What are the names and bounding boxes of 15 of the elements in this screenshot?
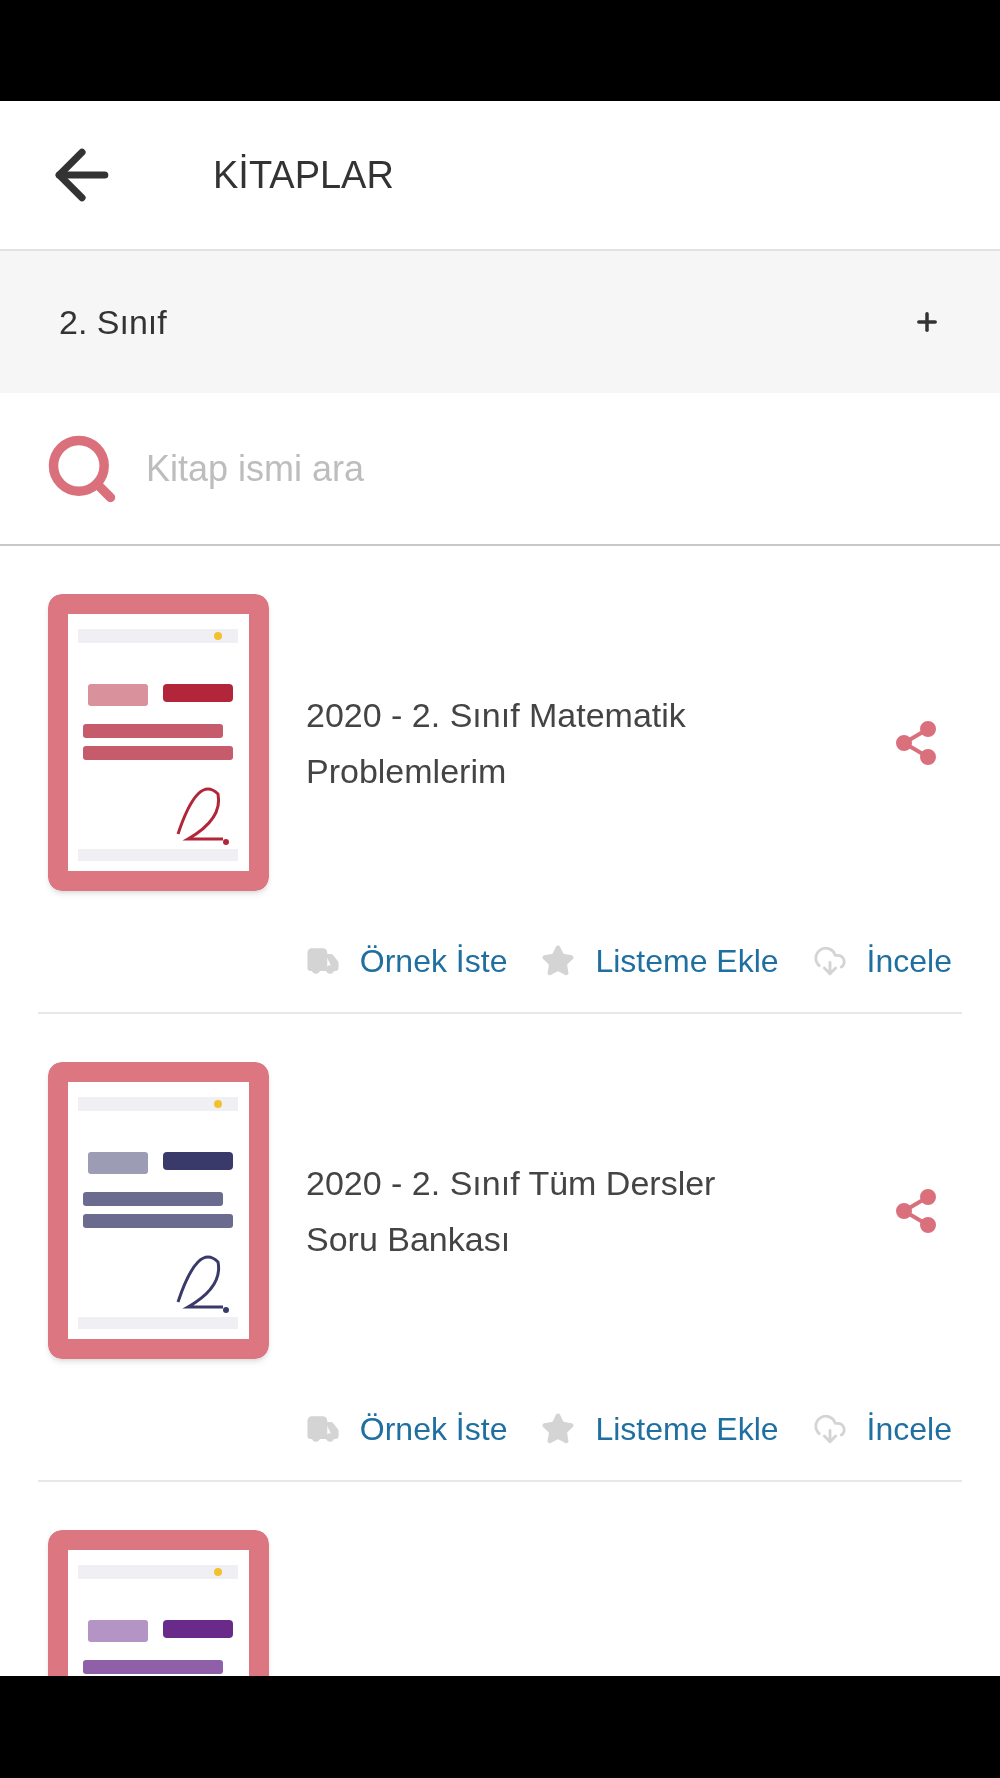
cloud-download-icon xyxy=(812,944,847,978)
action-link[interactable]: Listeme Ekle xyxy=(541,937,779,985)
book-title[interactable]: 2020 - 2. Sınıf Matematik Problemlerim xyxy=(306,686,776,799)
book-title[interactable]: 2020 - 2. Sınıf Tüm Dersler Soru Bankası xyxy=(306,1154,776,1267)
star-icon xyxy=(541,944,576,978)
page-title: KİTAPLAR xyxy=(213,152,394,198)
search-field[interactable]: Kitap ismi ara xyxy=(146,441,1000,496)
action-link[interactable]: Listeme Ekle xyxy=(541,1405,779,1453)
star-icon xyxy=(541,1412,576,1446)
action-link[interactable]: Örnek İste xyxy=(305,937,508,985)
category-header[interactable]: 2. Sınıf xyxy=(0,251,1000,393)
action-link[interactable]: İncele xyxy=(812,937,952,985)
action-link[interactable]: İncele xyxy=(812,1405,952,1453)
action-link[interactable]: Örnek İste xyxy=(305,1405,508,1453)
cloud-download-icon xyxy=(812,1412,847,1446)
